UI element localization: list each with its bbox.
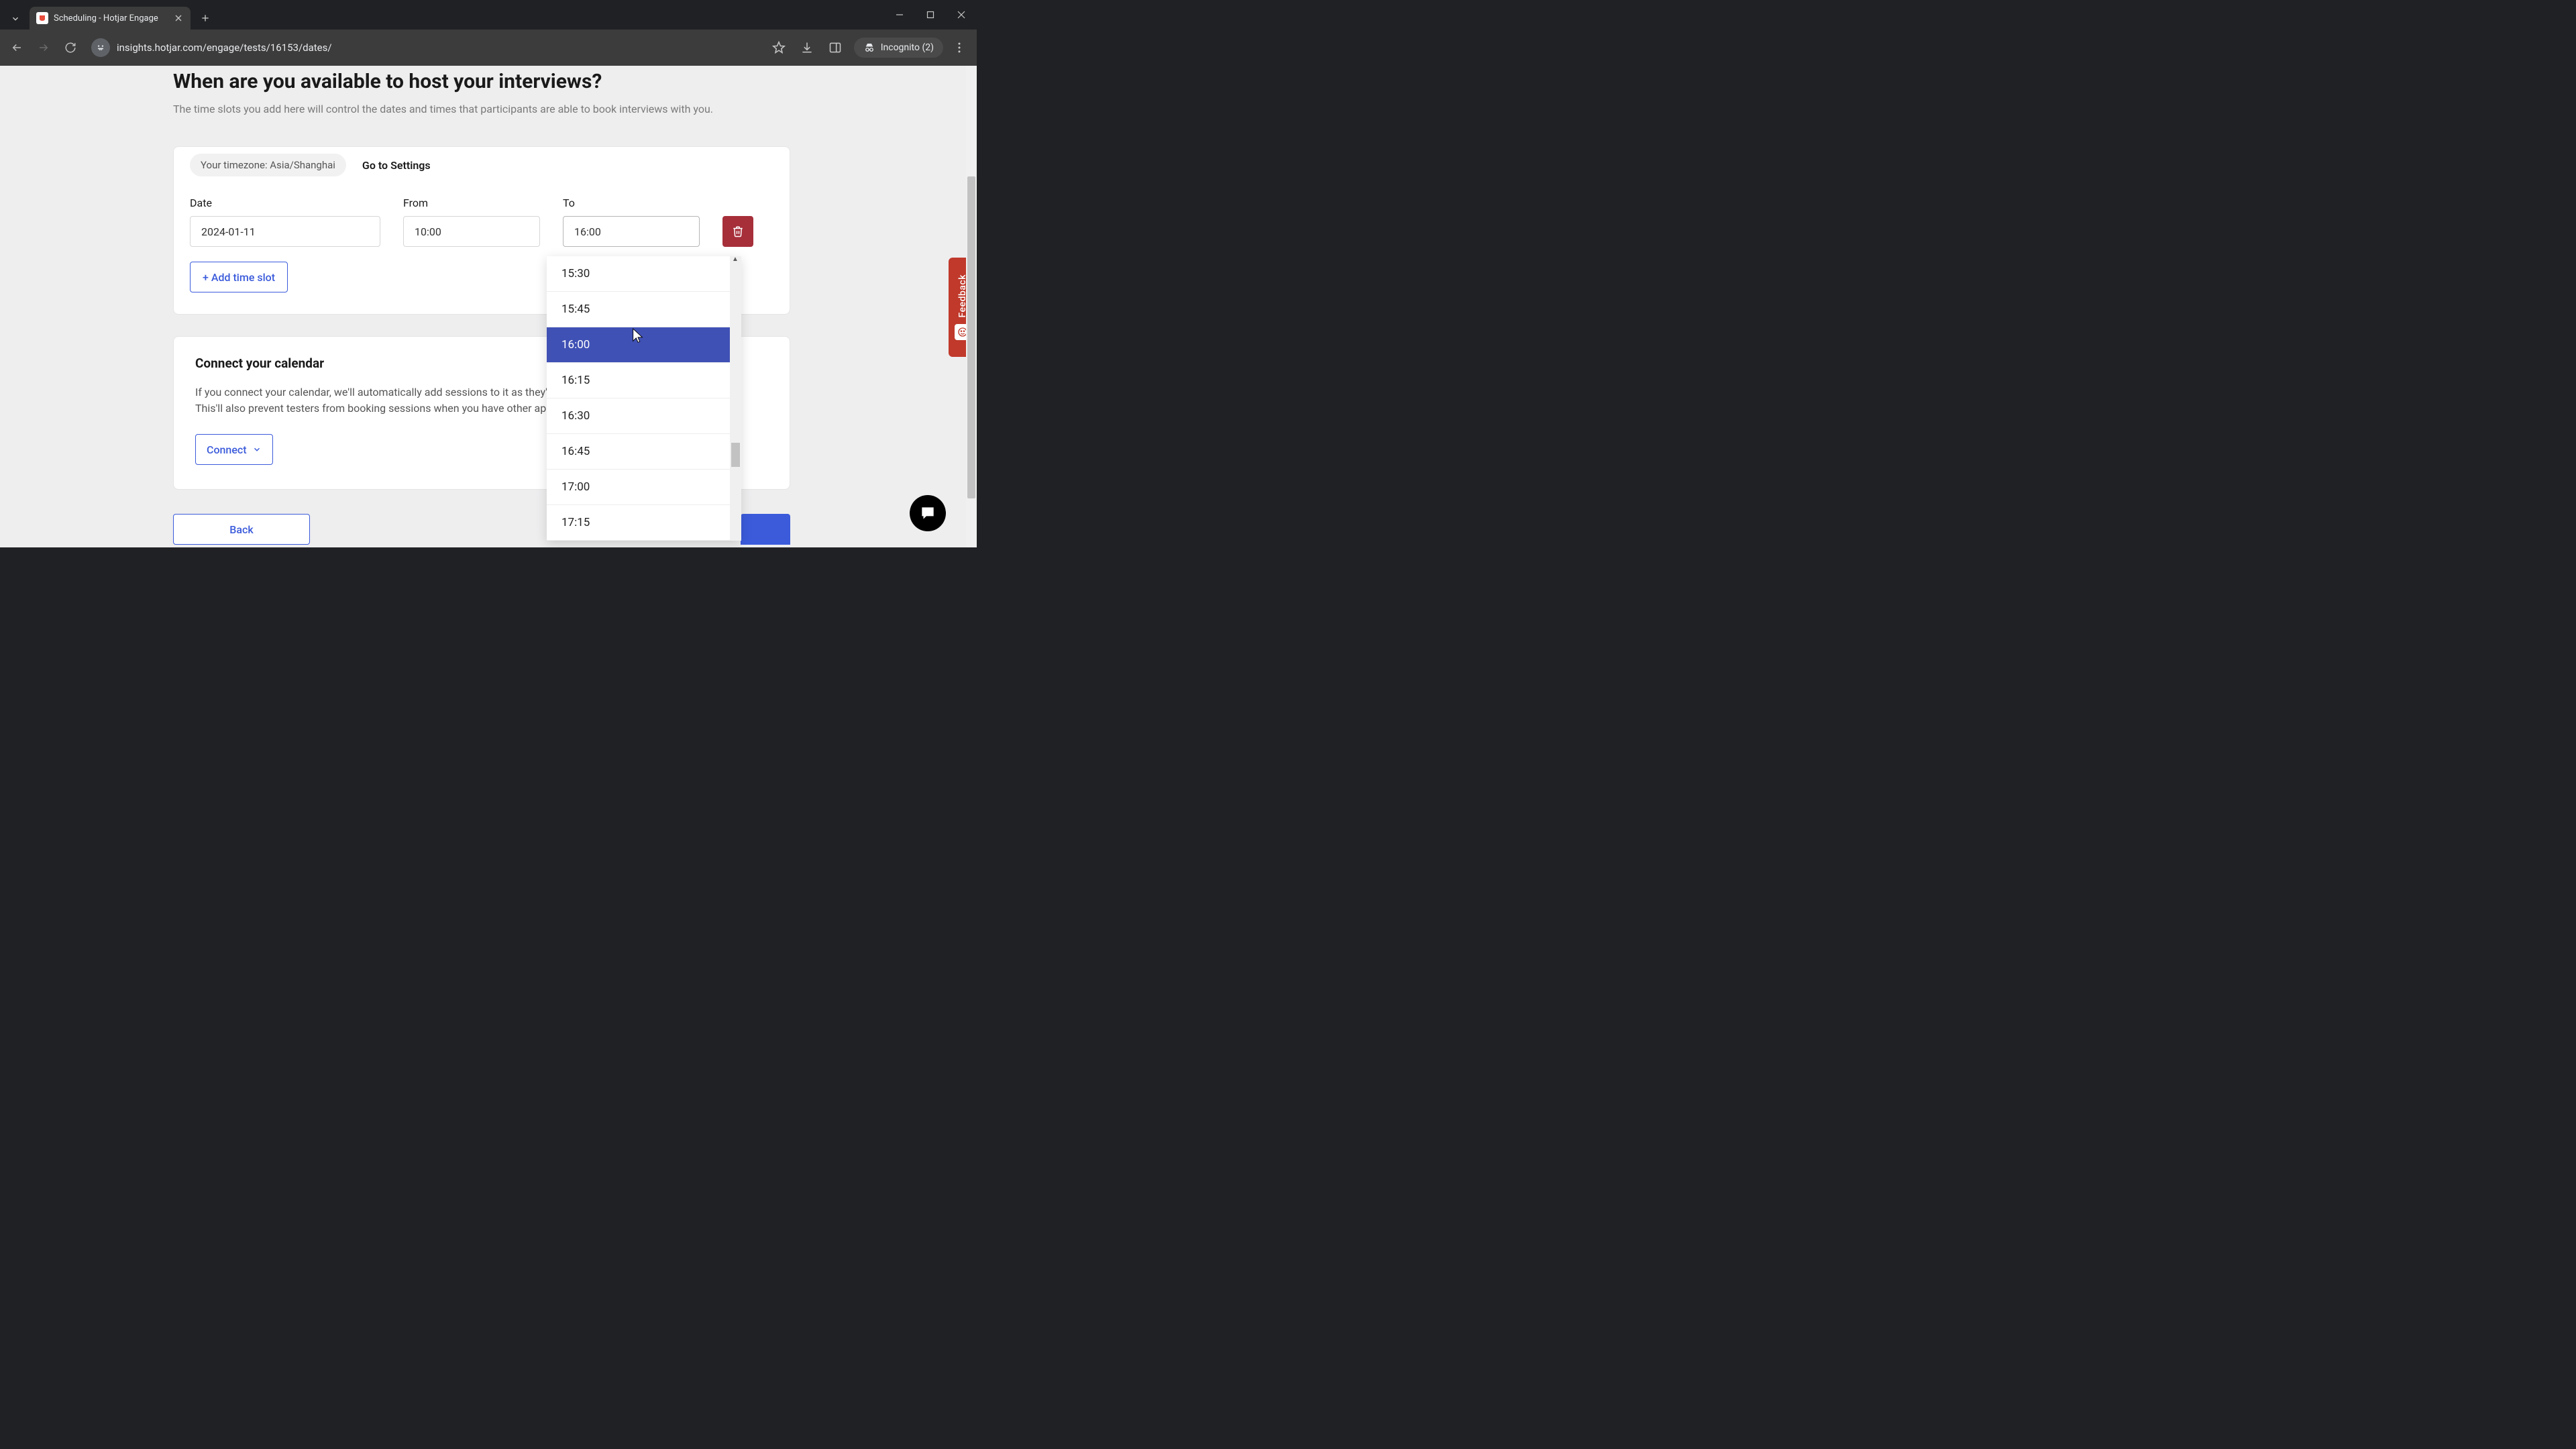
- window-close-button[interactable]: [946, 0, 977, 30]
- time-option[interactable]: 15:30: [547, 256, 741, 292]
- nav-back-button[interactable]: [5, 36, 28, 59]
- incognito-label: Incognito (2): [881, 42, 934, 53]
- trash-icon: [732, 225, 744, 237]
- bookmark-button[interactable]: [767, 36, 791, 60]
- page-scroll-thumb[interactable]: [967, 176, 975, 498]
- connect-button-label: Connect: [207, 443, 247, 456]
- add-time-slot-button[interactable]: + Add time slot: [190, 262, 288, 292]
- to-time-dropdown: 15:3015:4516:0016:1516:3016:4517:0017:15…: [547, 256, 741, 541]
- page-heading: When are you available to host your inte…: [173, 70, 790, 93]
- to-label: To: [563, 197, 700, 209]
- dropdown-scroll-thumb[interactable]: [731, 443, 740, 467]
- nav-reload-button[interactable]: [59, 36, 82, 59]
- page-subheading: The time slots you add here will control…: [173, 103, 790, 115]
- time-option[interactable]: 17:15: [547, 505, 741, 541]
- browser-tab[interactable]: Scheduling - Hotjar Engage: [30, 7, 191, 30]
- chat-icon: [919, 504, 936, 522]
- time-option[interactable]: 16:30: [547, 398, 741, 434]
- from-label: From: [403, 197, 540, 209]
- from-time-input[interactable]: [403, 216, 540, 247]
- back-button[interactable]: Back: [173, 514, 310, 545]
- time-option[interactable]: 15:45: [547, 292, 741, 327]
- tab-close-button[interactable]: [173, 13, 184, 23]
- page-viewport: When are you available to host your inte…: [0, 66, 977, 547]
- settings-link[interactable]: Go to Settings: [362, 159, 431, 172]
- connect-calendar-button[interactable]: Connect: [195, 434, 273, 465]
- date-label: Date: [190, 197, 380, 209]
- time-option[interactable]: 16:00: [547, 327, 741, 363]
- side-panel-button[interactable]: [823, 36, 847, 60]
- time-option[interactable]: 16:15: [547, 363, 741, 398]
- tab-search-button[interactable]: [4, 8, 27, 30]
- incognito-indicator[interactable]: Incognito (2): [854, 38, 943, 58]
- dropdown-scrollbar[interactable]: ▲: [730, 256, 741, 541]
- chat-widget-button[interactable]: [910, 495, 946, 531]
- to-time-input[interactable]: [563, 216, 700, 247]
- nav-forward-button[interactable]: [32, 36, 55, 59]
- browser-titlebar: Scheduling - Hotjar Engage: [0, 0, 977, 30]
- delete-slot-button[interactable]: [722, 216, 753, 247]
- chevron-down-icon: [252, 445, 262, 454]
- new-tab-button[interactable]: [196, 9, 215, 28]
- next-button-partial[interactable]: [741, 514, 790, 545]
- tab-title: Scheduling - Hotjar Engage: [54, 13, 168, 23]
- page-scrollbar[interactable]: [966, 66, 977, 547]
- window-maximize-button[interactable]: [915, 0, 946, 30]
- browser-menu-button[interactable]: [947, 36, 971, 60]
- browser-toolbar: insights.hotjar.com/engage/tests/16153/d…: [0, 30, 977, 66]
- time-option[interactable]: 17:00: [547, 470, 741, 505]
- window-minimize-button[interactable]: [884, 0, 915, 30]
- tab-favicon: [36, 12, 48, 24]
- date-input[interactable]: [190, 216, 380, 247]
- site-info-button[interactable]: [91, 38, 110, 57]
- address-bar[interactable]: insights.hotjar.com/engage/tests/16153/d…: [117, 42, 763, 54]
- timezone-pill: Your timezone: Asia/Shanghai: [190, 154, 346, 176]
- scroll-up-arrow[interactable]: ▲: [732, 256, 739, 263]
- time-option[interactable]: 16:45: [547, 434, 741, 470]
- window-controls: [884, 0, 977, 30]
- downloads-button[interactable]: [795, 36, 819, 60]
